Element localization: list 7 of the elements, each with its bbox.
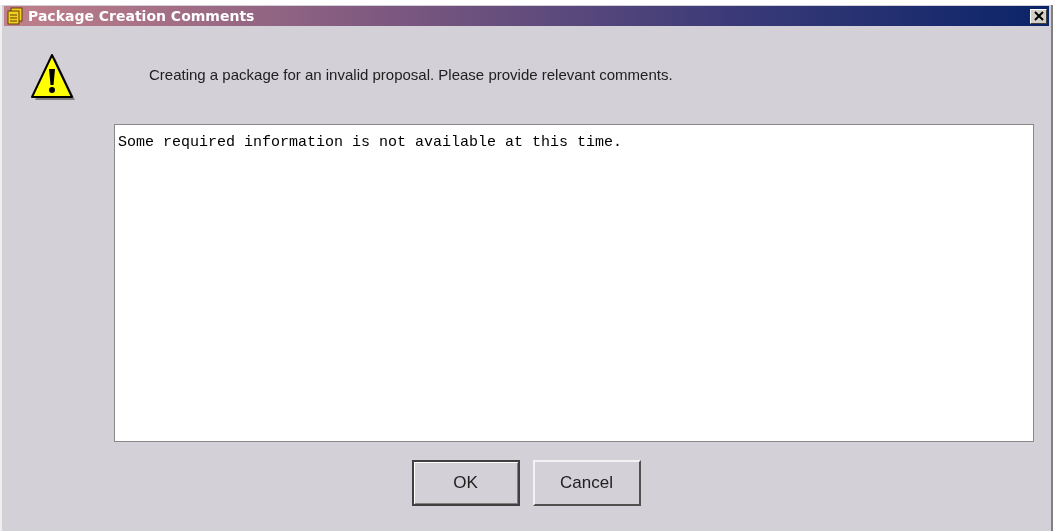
window-title: Package Creation Comments [28,8,256,24]
close-button[interactable] [1030,8,1047,24]
cancel-button[interactable]: Cancel [532,460,641,506]
documents-icon [6,7,24,25]
comments-field[interactable]: Some required information is not available at this time. [114,124,1034,442]
ok-button[interactable]: OK [411,460,520,506]
dialog-message: Creating a package for an invalid proposal. Please provide relevant comments. [149,65,673,83]
